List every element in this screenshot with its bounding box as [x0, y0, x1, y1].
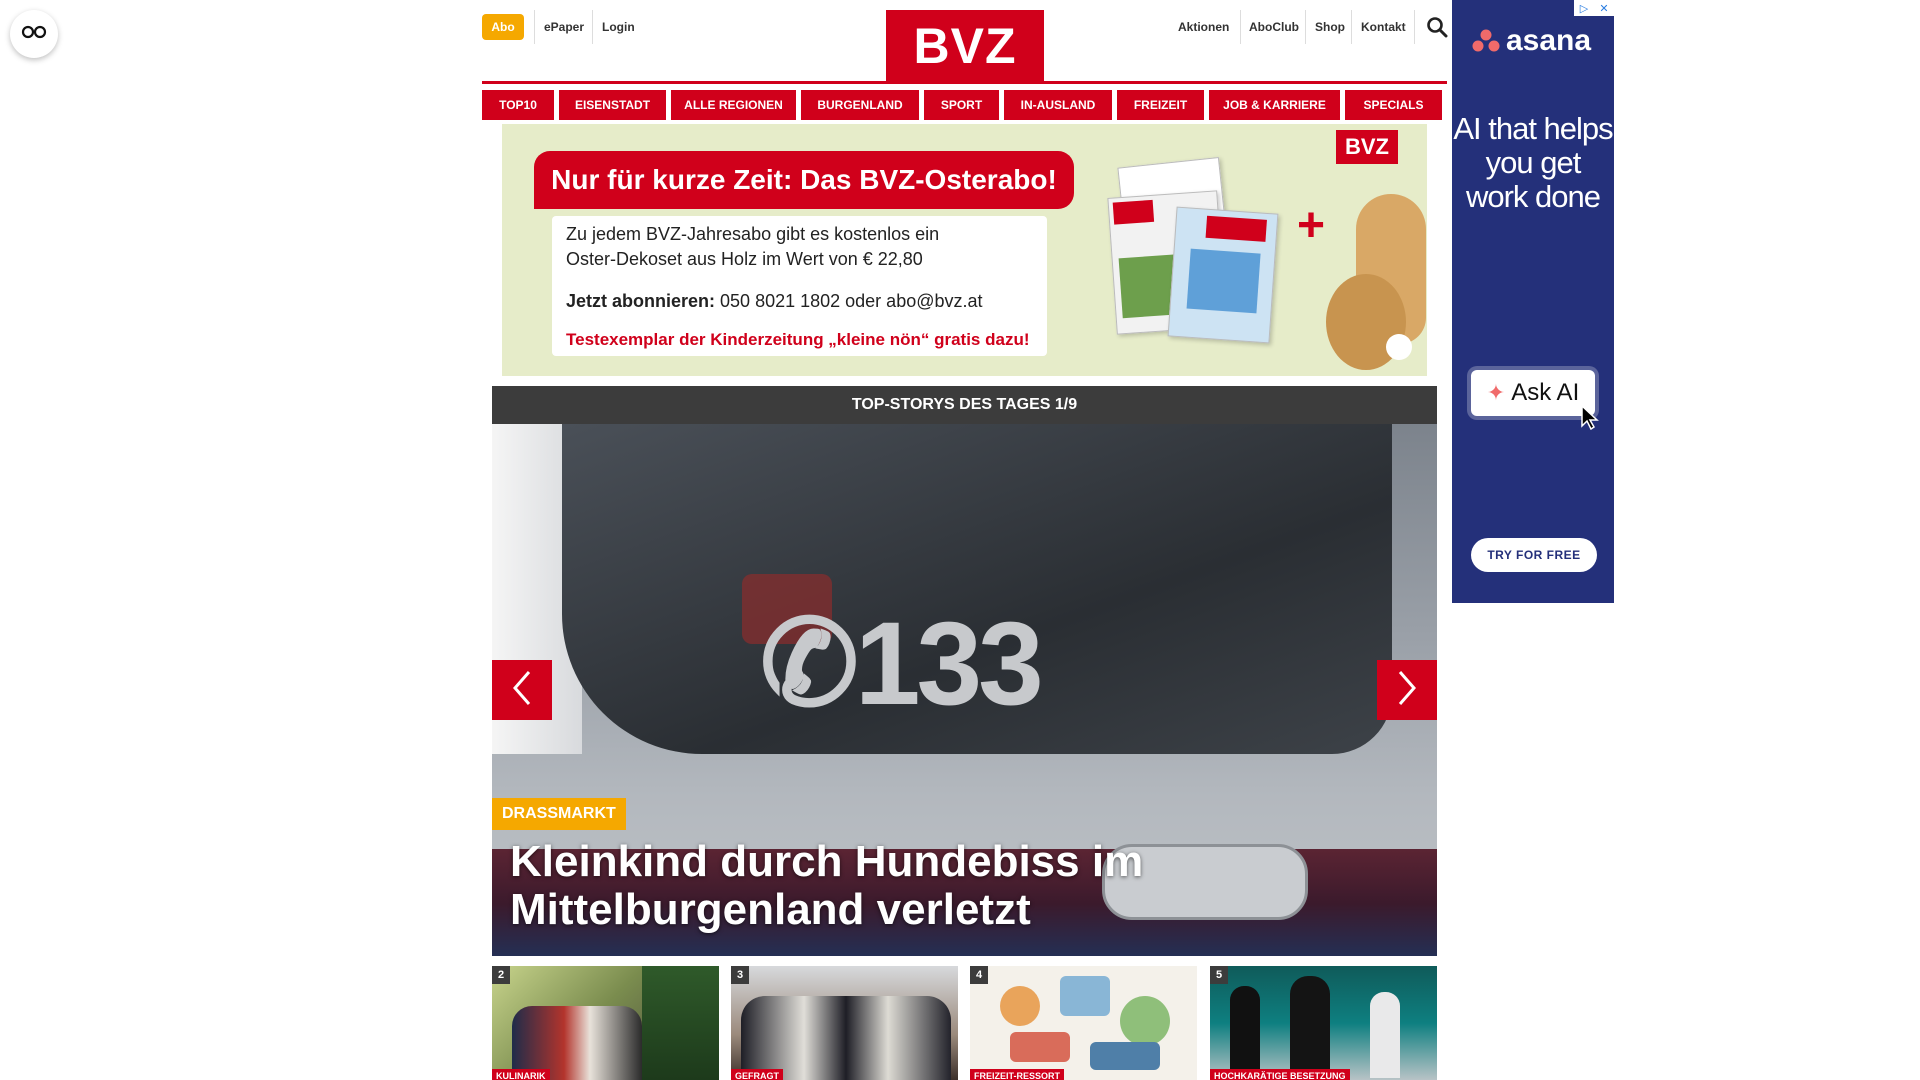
ad-controls: ▷ ✕ [1574, 0, 1614, 16]
cursor-icon [1580, 404, 1600, 435]
card-tag: KULINARIK [492, 1069, 550, 1080]
header-rule [482, 81, 1447, 84]
card-tag: GEFRAGT [731, 1069, 783, 1080]
nav-item-sport[interactable]: SPORT [924, 90, 999, 120]
card-tag: FREIZEIT-RESSORT [970, 1069, 1065, 1080]
nav-item-freizeit[interactable]: FREIZEIT [1117, 90, 1204, 120]
ad-info-icon[interactable]: ▷ [1574, 0, 1594, 16]
headline-line-2: Mittelburgenland verletzt [510, 885, 1031, 934]
card-number: 2 [492, 966, 510, 984]
story-card[interactable]: 5 HOCHKARÄTIGE BESETZUNG [1210, 966, 1437, 1080]
sparkle-icon: ✦ [1486, 380, 1506, 405]
card-tag: HOCHKARÄTIGE BESETZUNG [1210, 1069, 1350, 1080]
divider [592, 10, 593, 44]
plus-sign: + [1297, 199, 1326, 252]
asana-wordmark: asana [1506, 24, 1592, 57]
card-number: 4 [970, 966, 988, 984]
nav-item-top10[interactable]: TOP10 [482, 90, 554, 120]
abo-button[interactable]: Abo [482, 14, 524, 40]
promo-banner[interactable]: Nur für kurze Zeit: Das BVZ-Osterabo! Zu… [502, 124, 1427, 376]
nav-item-in-ausland[interactable]: IN-AUSLAND [1004, 90, 1112, 120]
glasses-icon [21, 25, 47, 44]
prev-slide-button[interactable] [492, 660, 552, 720]
top-stories-slider[interactable]: TOP-STORYS DES TAGES 1/9 ✆133 DRASSMARKT… [492, 386, 1437, 956]
nav-item-burgenland[interactable]: BURGENLAND [801, 90, 919, 120]
ad-headline: AI that helps you get work done [1453, 111, 1613, 214]
reader-toggle-button[interactable] [10, 10, 58, 58]
nav-item-alle-regionen[interactable]: ALLE REGIONEN [671, 90, 796, 120]
bvz-logo[interactable]: BVZ [886, 10, 1044, 82]
phone-number-decal: ✆133 [760, 598, 1044, 730]
story-headline[interactable]: Kleinkind durch Hundebiss im Mittelburge… [510, 838, 1390, 934]
next-slide-button[interactable] [1377, 660, 1437, 720]
slider-header: TOP-STORYS DES TAGES 1/9 [492, 386, 1437, 424]
aboclub-link[interactable]: AboClub [1249, 14, 1299, 40]
promo-line-1: Zu jedem BVZ-Jahresabo gibt es kostenlos… [566, 224, 940, 244]
nav-item-eisenstadt[interactable]: EISENSTADT [559, 90, 666, 120]
chevron-left-icon [512, 670, 532, 711]
nav-item-job-karriere[interactable]: JOB & KARRIERE [1209, 90, 1340, 120]
aktionen-link[interactable]: Aktionen [1178, 14, 1229, 40]
promo-subscribe: Jetzt abonnieren: 050 8021 1802 oder abo… [566, 289, 983, 314]
divider [1240, 10, 1241, 44]
story-card[interactable]: 3 GEFRAGT [731, 966, 958, 1080]
subscribe-label: Jetzt abonnieren: [566, 291, 716, 311]
story-card[interactable]: 2 KULINARIK [492, 966, 719, 1080]
try-for-free-button[interactable]: TRY FOR FREE [1471, 538, 1597, 572]
subscribe-contact: 050 8021 1802 oder abo@bvz.at [715, 291, 983, 311]
story-category-tag[interactable]: DRASSMARKT [492, 798, 626, 830]
site-header: Abo ePaper Login BVZ Aktionen AboClub Sh… [482, 10, 1448, 82]
story-card[interactable]: 4 FREIZEIT-RESSORT [970, 966, 1197, 1080]
divider [1414, 10, 1415, 44]
shop-link[interactable]: Shop [1315, 14, 1345, 40]
card-number: 5 [1210, 966, 1228, 984]
asana-advertisement[interactable]: ▷ ✕ asana AI that helps you get work don… [1452, 0, 1614, 603]
kontakt-link[interactable]: Kontakt [1361, 14, 1406, 40]
promo-red-line: Testexemplar der Kinderzeitung „kleine n… [566, 330, 1030, 349]
divider [534, 10, 535, 44]
ask-ai-button[interactable]: ✦ Ask AI [1471, 370, 1595, 416]
headline-line-1: Kleinkind durch Hundebiss im [510, 837, 1144, 886]
promo-textbox: Zu jedem BVZ-Jahresabo gibt es kostenlos… [552, 216, 1047, 356]
main-nav: TOP10 EISENSTADT ALLE REGIONEN BURGENLAN… [482, 90, 1447, 120]
asana-dots-icon [1472, 29, 1500, 52]
nav-item-specials[interactable]: SPECIALS [1345, 90, 1442, 120]
promo-bvz-badge: BVZ [1336, 130, 1398, 164]
divider [1305, 10, 1306, 44]
epaper-link[interactable]: ePaper [544, 14, 584, 40]
promo-line-2: Oster-Dekoset aus Holz im Wert von € 22,… [566, 249, 923, 269]
ask-ai-label: Ask AI [1511, 379, 1580, 406]
asana-logo: asana [1472, 24, 1591, 58]
card-number: 3 [731, 966, 749, 984]
promo-title: Nur für kurze Zeit: Das BVZ-Osterabo! [534, 151, 1074, 209]
story-cards-row: 2 KULINARIK 3 GEFRAGT 4 FREIZEIT-RESSORT… [492, 966, 1437, 1080]
divider [1351, 10, 1352, 44]
chevron-right-icon [1397, 670, 1417, 711]
search-icon[interactable] [1426, 16, 1448, 43]
login-link[interactable]: Login [602, 14, 635, 40]
ad-close-icon[interactable]: ✕ [1594, 0, 1614, 16]
